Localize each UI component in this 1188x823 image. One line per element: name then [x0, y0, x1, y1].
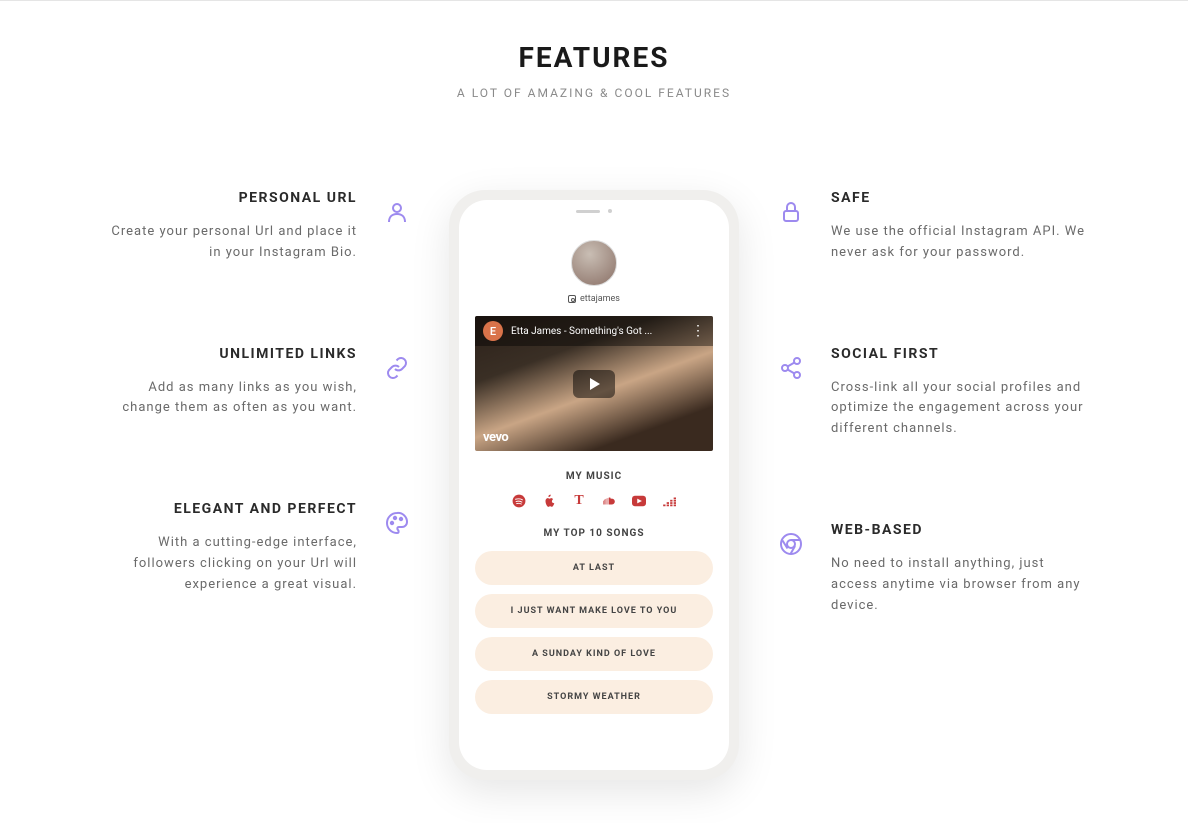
tidal-icon[interactable]: T — [572, 494, 586, 508]
youtube-icon[interactable] — [632, 494, 646, 508]
feature-title: ELEGANT AND PERFECT — [97, 501, 357, 517]
video-menu-icon[interactable]: ⋮ — [691, 324, 705, 338]
feature-title: SAFE — [831, 190, 1091, 206]
section-subtitle: A LOT OF AMAZING & COOL FEATURES — [20, 86, 1168, 100]
video-channel-badge: E — [483, 321, 503, 341]
video-logo: vevo — [483, 430, 508, 445]
share-icon — [779, 356, 803, 380]
feature-desc: With a cutting-edge interface, followers… — [97, 533, 357, 595]
phone-screen: ettajames E Etta James - Something's Got… — [459, 200, 729, 770]
avatar — [571, 240, 617, 286]
instagram-icon — [568, 295, 576, 303]
spotify-icon[interactable] — [512, 494, 526, 508]
play-icon — [590, 378, 600, 390]
feature-personal-url: PERSONAL URL Create your personal Url an… — [20, 190, 409, 264]
link-icon — [385, 356, 409, 380]
lock-icon — [779, 200, 803, 224]
play-button[interactable] — [573, 370, 615, 398]
music-section-title: MY MUSIC — [475, 471, 713, 482]
song-list: AT LAST I JUST WANT MAKE LOVE TO YOU A S… — [475, 551, 713, 714]
feature-desc: Cross-link all your social profiles and … — [831, 378, 1091, 440]
phone-notch — [549, 200, 639, 222]
song-item[interactable]: STORMY WEATHER — [475, 680, 713, 714]
features-wrapper: PERSONAL URL Create your personal Url an… — [20, 190, 1168, 780]
chrome-icon — [779, 532, 803, 556]
feature-desc: We use the official Instagram API. We ne… — [831, 222, 1091, 264]
username-text: ettajames — [580, 294, 620, 304]
palette-icon — [385, 511, 409, 535]
song-item[interactable]: AT LAST — [475, 551, 713, 585]
phone-mockup: ettajames E Etta James - Something's Got… — [449, 190, 739, 780]
features-right-column: SAFE We use the official Instagram API. … — [779, 190, 1168, 616]
feature-desc: Create your personal Url and place it in… — [97, 222, 357, 264]
feature-web-based: WEB-BASED No need to install anything, j… — [779, 522, 1168, 616]
video-title: Etta James - Something's Got ... — [511, 326, 683, 337]
feature-social-first: SOCIAL FIRST Cross-link all your social … — [779, 346, 1168, 440]
deezer-icon[interactable] — [662, 494, 676, 508]
user-icon — [385, 200, 409, 224]
music-service-icons: T — [475, 494, 713, 508]
feature-safe: SAFE We use the official Instagram API. … — [779, 190, 1168, 264]
username: ettajames — [475, 294, 713, 304]
section-title: FEATURES — [20, 41, 1168, 74]
video-embed[interactable]: E Etta James - Something's Got ... ⋮ vev… — [475, 316, 713, 451]
features-left-column: PERSONAL URL Create your personal Url an… — [20, 190, 409, 596]
apple-icon[interactable] — [542, 494, 556, 508]
feature-elegant: ELEGANT AND PERFECT With a cutting-edge … — [20, 501, 409, 595]
feature-title: WEB-BASED — [831, 522, 1091, 538]
song-item[interactable]: I JUST WANT MAKE LOVE TO YOU — [475, 594, 713, 628]
feature-desc: No need to install anything, just access… — [831, 554, 1091, 616]
song-item[interactable]: A SUNDAY KIND OF LOVE — [475, 637, 713, 671]
feature-title: SOCIAL FIRST — [831, 346, 1091, 362]
feature-unlimited-links: UNLIMITED LINKS Add as many links as you… — [20, 346, 409, 420]
feature-desc: Add as many links as you wish, change th… — [97, 378, 357, 420]
soundcloud-icon[interactable] — [602, 494, 616, 508]
songs-section-title: MY TOP 10 SONGS — [475, 528, 713, 539]
feature-title: UNLIMITED LINKS — [97, 346, 357, 362]
feature-title: PERSONAL URL — [97, 190, 357, 206]
